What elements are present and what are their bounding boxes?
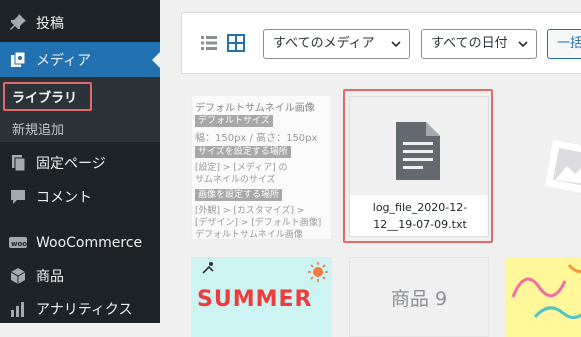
default-thumb-line3c: デフォルトサムネイル画像 (195, 230, 303, 240)
chevron-down-icon (518, 41, 528, 48)
menu-item-analytics[interactable]: アナリティクス (0, 292, 160, 326)
submenu-library[interactable]: ライブラリ (12, 87, 77, 106)
default-thumb-badge-image: 画像を設定する場所 (195, 189, 283, 201)
menu-label-posts: 投稿 (36, 16, 64, 32)
file-name-line2: 12__19-07-09.txt (373, 218, 467, 231)
media-submenu: ライブラリ 新規追加 (0, 77, 160, 142)
menu-label-media: メディア (36, 52, 92, 69)
comment-icon (8, 187, 28, 207)
menu-label-products: 商品 (36, 269, 64, 285)
media-tile-image[interactable] (505, 96, 581, 239)
date-filter-value: すべての日付 (431, 36, 508, 51)
default-thumb-badge-where: サイズを設定する場所 (195, 146, 291, 158)
svg-text:woo: woo (11, 240, 27, 248)
summer-text: SUMMER (197, 287, 313, 312)
menu-item-woocommerce[interactable]: woo WooCommerce (0, 226, 160, 260)
bulk-select-button[interactable]: 一括 (547, 29, 581, 59)
media-tile-log-file[interactable]: log_file_2020-12- 12__19-07-09.txt (349, 96, 489, 237)
default-thumb-badge-size: デフォルトサイズ (195, 115, 273, 127)
pages-icon (8, 153, 28, 173)
list-view-icon[interactable] (200, 34, 218, 52)
media-tile-product-9[interactable]: 商品 9 (349, 257, 489, 337)
pin-icon (8, 13, 28, 33)
product-tile-label: 商品 9 (390, 288, 448, 310)
squiggle-pattern-icon (505, 257, 581, 331)
media-tile-summer[interactable]: SUMMER (191, 257, 332, 337)
document-icon (396, 122, 440, 184)
menu-label-pages: 固定ページ (36, 156, 106, 172)
chevron-down-icon (391, 41, 401, 48)
menu-item-pages[interactable]: 固定ページ (0, 146, 160, 180)
file-name-line1: log_file_2020-12- (372, 201, 468, 214)
date-filter[interactable]: すべての日付 (421, 29, 537, 59)
grid-view-icon[interactable] (227, 34, 245, 52)
default-thumb-title: デフォルトサムネイル画像 (195, 103, 315, 114)
media-type-filter[interactable]: すべてのメディア (263, 29, 410, 59)
media-toolbar: すべてのメディア すべての日付 一括 (181, 12, 581, 74)
menu-label-woocommerce: WooCommerce (36, 235, 143, 251)
media-library-main: すべてのメディア すべての日付 一括 デフォルトサムネイル画像 デフォルトサイズ… (160, 0, 581, 337)
media-type-filter-value: すべてのメディア (273, 36, 375, 51)
bar-chart-icon (8, 299, 28, 319)
default-thumb-line2b: サムネイルのサイズ (195, 175, 276, 185)
menu-item-products[interactable]: 商品 (0, 259, 160, 293)
admin-sidebar: 投稿 メディア ライブラリ 新規追加 固定ページ コメント woo WooCom… (0, 0, 160, 323)
media-tile-default-thumbnail[interactable]: デフォルトサムネイル画像 デフォルトサイズ 幅：150px / 高さ：150px… (191, 95, 332, 240)
woocommerce-icon: woo (8, 233, 28, 253)
submenu-add-new[interactable]: 新規追加 (12, 119, 64, 138)
sun-icon (307, 261, 329, 287)
menu-item-media[interactable]: メディア (0, 42, 160, 77)
menu-label-comments: コメント (36, 190, 92, 206)
default-thumb-size-line: 幅：150px / 高さ：150px (195, 133, 318, 144)
active-arrow-icon (152, 51, 160, 68)
swimmer-icon (201, 261, 217, 283)
menu-item-posts[interactable]: 投稿 (0, 6, 160, 40)
menu-item-comments[interactable]: コメント (0, 180, 160, 214)
image-placeholder-icon (539, 138, 581, 200)
menu-label-analytics: アナリティクス (36, 302, 133, 318)
box-icon (8, 266, 28, 286)
media-icon (8, 50, 28, 70)
media-tile-pattern[interactable] (505, 257, 581, 337)
